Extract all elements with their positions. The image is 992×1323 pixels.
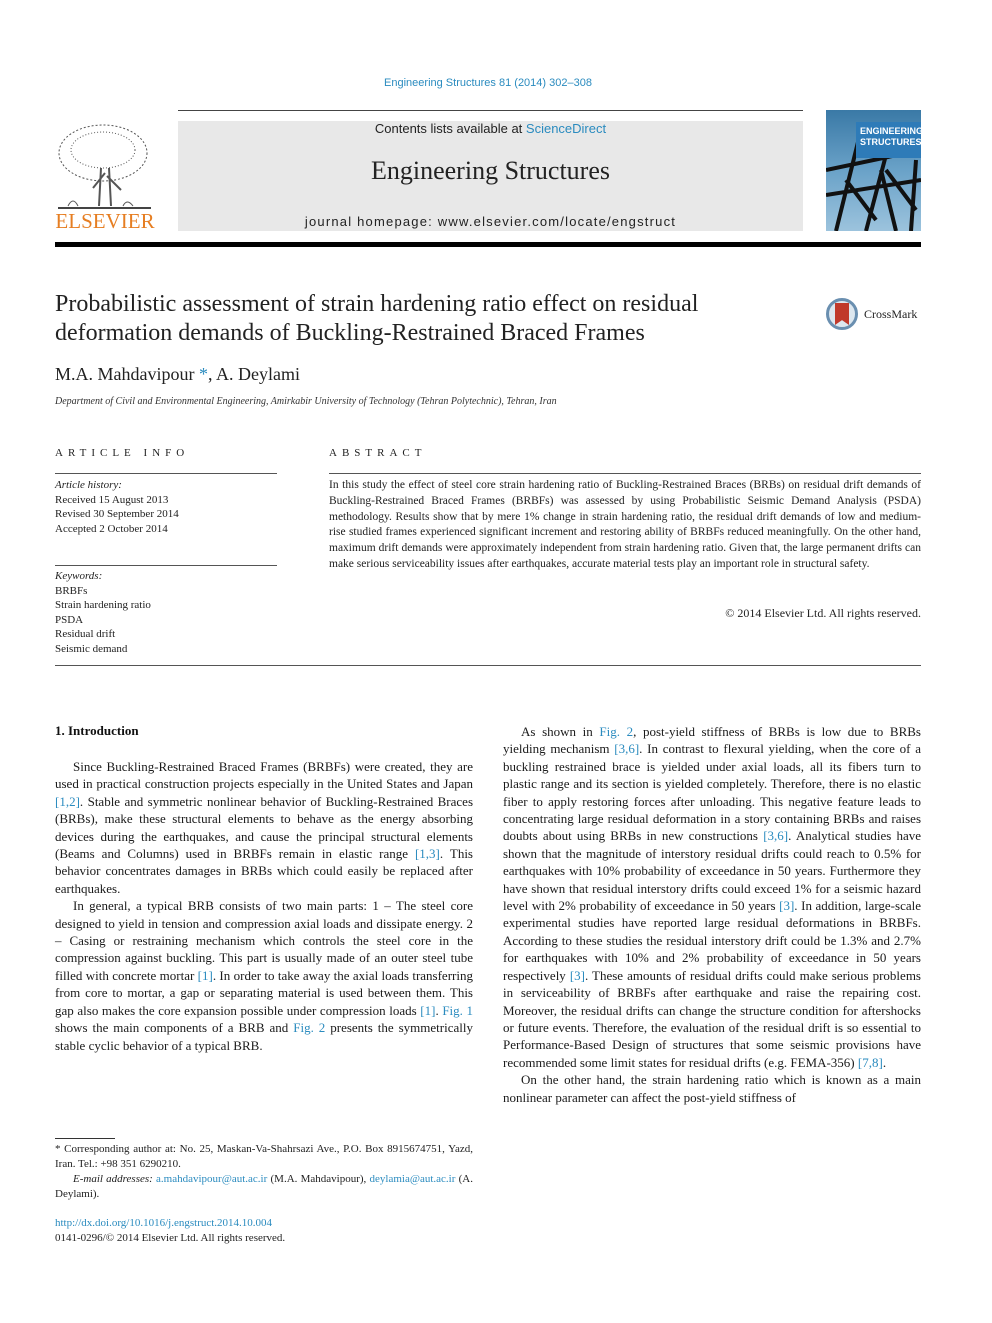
article-history: Article history: Received 15 August 2013… [55, 478, 179, 536]
history-accepted: Accepted 2 October 2014 [55, 522, 168, 535]
cover-title-line1: ENGINEERING [860, 126, 921, 136]
issn-copyright: 0141-0296/© 2014 Elsevier Ltd. All right… [55, 1231, 286, 1244]
paragraph: As shown in Fig. 2, post-yield stiffness… [503, 723, 921, 1071]
email-note: E-mail addresses: a.mahdavipour@aut.ac.i… [55, 1172, 473, 1201]
history-label: Article history: [55, 479, 122, 491]
email-label: E-mail addresses: [73, 1173, 157, 1185]
citation-link[interactable]: [3] [570, 968, 585, 983]
figure-link[interactable]: Fig. 1 [442, 1003, 473, 1018]
figure-link[interactable]: Fig. 2 [599, 724, 633, 739]
text: shows the main components of a BRB and [55, 1020, 294, 1036]
author-list: M.A. Mahdavipour *, A. Deylami [55, 364, 300, 385]
body-column-left: Since Buckling-Restrained Braced Frames … [55, 758, 473, 1054]
email-link-1[interactable]: a.mahdavipour@aut.ac.ir [156, 1173, 267, 1185]
journal-cover-image[interactable]: ENGINEERING STRUCTURES [826, 110, 921, 231]
journal-homepage-link[interactable]: journal homepage: www.elsevier.com/locat… [178, 214, 803, 229]
keywords: Keywords: BRBFs Strain hardening ratio P… [55, 569, 151, 656]
paragraph: On the other hand, the strain hardening … [503, 1071, 921, 1106]
citation-link[interactable]: [1,3] [415, 846, 440, 861]
email-owner-1: (M.A. Mahdavipour), [267, 1173, 370, 1185]
keywords-label: Keywords: [55, 570, 103, 582]
footnote-divider [55, 1138, 115, 1139]
footnotes: * Corresponding author at: No. 25, Maska… [55, 1142, 473, 1202]
article-title: Probabilistic assessment of strain harde… [55, 291, 699, 346]
cover-title-line2: STRUCTURES [860, 137, 921, 147]
citation-link[interactable]: [3,6] [614, 741, 639, 756]
corresponding-author-marker[interactable]: * [199, 364, 208, 384]
citation-link[interactable]: [1] [198, 968, 213, 983]
keyword: BRBFs [55, 584, 88, 597]
affiliation: Department of Civil and Environmental En… [55, 396, 557, 407]
citation-link[interactable]: [1,2] [55, 794, 80, 809]
journal-reference-link[interactable]: Engineering Structures 81 (2014) 302–308 [0, 77, 976, 89]
email-link-2[interactable]: deylamia@aut.ac.ir [370, 1173, 456, 1185]
keyword: Residual drift [55, 628, 116, 640]
cover-title: ENGINEERING STRUCTURES [856, 122, 921, 158]
journal-title: Engineering Structures [371, 156, 610, 185]
citation-link[interactable]: [3] [779, 898, 794, 913]
author-1[interactable]: M.A. Mahdavipour [55, 364, 194, 384]
abstract-heading: ABSTRACT [329, 447, 427, 459]
text: Since Buckling-Restrained Braced Frames … [55, 759, 473, 792]
figure-link[interactable]: Fig. 2 [293, 1020, 325, 1035]
text: As shown in [521, 724, 600, 739]
body-column-right: As shown in Fig. 2, post-yield stiffness… [503, 723, 921, 1106]
keyword: PSDA [55, 613, 84, 626]
citation-link[interactable]: [1] [420, 1003, 435, 1018]
header-thick-divider [55, 242, 921, 247]
history-received: Received 15 August 2013 [55, 493, 169, 506]
history-revised: Revised 30 September 2014 [55, 508, 179, 520]
abstract-text: In this study the effect of steel core s… [329, 479, 921, 570]
corresponding-author-note: * Corresponding author at: No. 25, Maska… [55, 1143, 473, 1170]
section-heading-introduction: 1. Introduction [55, 723, 139, 738]
front-matter-divider [55, 665, 921, 666]
doi-link[interactable]: http://dx.doi.org/10.1016/j.engstruct.20… [55, 1216, 285, 1231]
crossmark-label: CrossMark [864, 307, 918, 321]
author-2[interactable]: A. Deylami [216, 364, 300, 384]
citation-link[interactable]: [7,8] [858, 1055, 883, 1070]
text: On the other hand, the strain hardening … [503, 1072, 921, 1105]
text: . [882, 1054, 887, 1070]
text: . Stable and symmetric nonlinear behavio… [55, 793, 473, 862]
abstract-divider [329, 473, 921, 474]
doi-block: http://dx.doi.org/10.1016/j.engstruct.20… [55, 1216, 285, 1245]
keyword: Strain hardening ratio [55, 599, 151, 611]
elsevier-tree-icon: ELSEVIER [55, 124, 155, 233]
header-divider [178, 110, 803, 111]
elsevier-logo: ELSEVIER [53, 118, 157, 233]
crossmark-button[interactable]: CrossMark [826, 298, 926, 334]
paragraph: In general, a typical BRB consists of tw… [55, 897, 473, 1054]
contents-prefix: Contents lists available at [374, 121, 526, 136]
keywords-divider [55, 565, 277, 566]
elsevier-wordmark: ELSEVIER [55, 209, 154, 233]
article-info-divider [55, 473, 277, 474]
citation-link[interactable]: [3,6] [763, 828, 788, 843]
keyword: Seismic demand [55, 642, 128, 655]
article-info-heading: ARTICLE INFO [55, 447, 190, 459]
abstract-copyright: © 2014 Elsevier Ltd. All rights reserved… [725, 606, 921, 620]
contents-line: Contents lists available at ScienceDirec… [178, 121, 803, 136]
paragraph: Since Buckling-Restrained Braced Frames … [55, 758, 473, 897]
sciencedirect-link[interactable]: ScienceDirect [526, 121, 606, 136]
author-separator: , [207, 364, 216, 384]
